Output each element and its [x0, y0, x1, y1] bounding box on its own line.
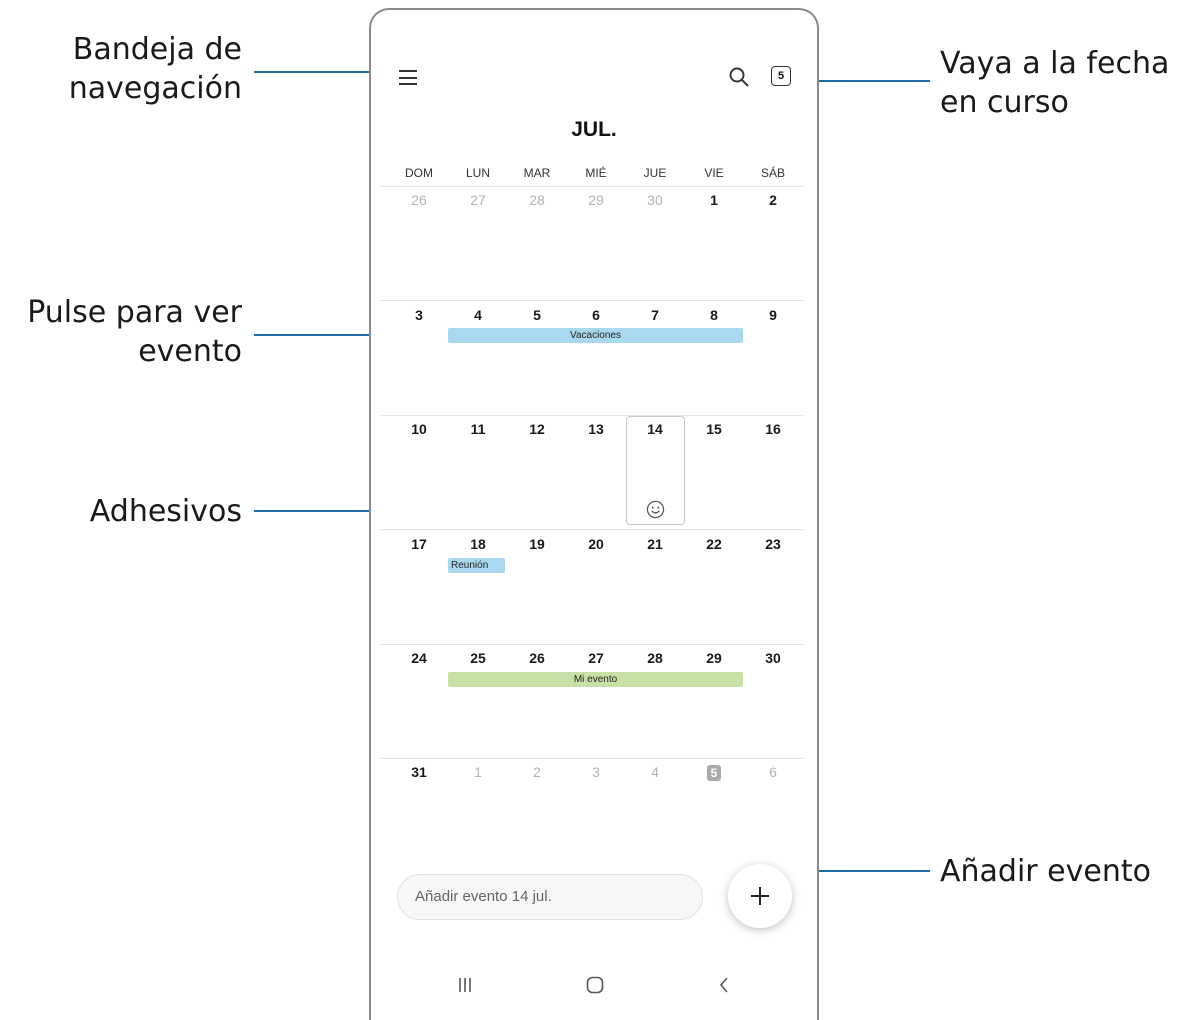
day-cell[interactable]: 27 [566, 650, 626, 666]
today-button-icon[interactable]: 5 [771, 66, 791, 86]
week-separator [381, 758, 803, 759]
day-cell[interactable]: 21 [625, 536, 685, 552]
weekday-mar: MAR [523, 166, 551, 180]
callout-go-today: Vaya a la fecha en curso [940, 44, 1169, 122]
day-cell[interactable]: 3 [389, 307, 449, 323]
day-cell[interactable]: 4 [625, 764, 685, 780]
day-cell[interactable]: 27 [448, 192, 508, 208]
callout-nav-drawer-line2: navegación [68, 71, 242, 106]
add-event-button[interactable] [728, 864, 792, 928]
recents-icon[interactable] [455, 975, 475, 995]
day-cell[interactable]: 28 [625, 650, 685, 666]
add-event-input[interactable]: Añadir evento 14 jul. [397, 874, 703, 920]
search-icon[interactable] [728, 66, 750, 88]
day-cell[interactable]: 6 [743, 764, 803, 780]
day-cell[interactable]: 6 [566, 307, 626, 323]
home-icon[interactable] [585, 975, 605, 995]
today-number: 5 [777, 70, 785, 82]
week-separator [381, 415, 803, 416]
day-cell[interactable]: 29 [566, 192, 626, 208]
day-cell[interactable]: 7 [625, 307, 685, 323]
day-cell[interactable]: 15 [684, 421, 744, 437]
day-cell[interactable]: 24 [389, 650, 449, 666]
callout-go-today-line1: Vaya a la fecha [940, 46, 1170, 81]
back-icon[interactable] [715, 975, 735, 995]
day-cell[interactable]: 18 [448, 536, 508, 552]
week-separator [381, 186, 803, 187]
day-cell[interactable]: 29 [684, 650, 744, 666]
day-cell[interactable]: 31 [389, 764, 449, 780]
callout-tap-event: Pulse para ver evento [0, 293, 242, 371]
callout-nav-drawer-line1: Bandeja de [72, 32, 242, 67]
weekday-jue: JUE [643, 166, 667, 180]
day-cell[interactable]: 26 [389, 192, 449, 208]
today-badge: 5 [706, 765, 722, 781]
day-cell-selected[interactable]: 14 [625, 421, 685, 437]
day-cell[interactable]: 5 [507, 307, 567, 323]
callout-stickers: Adhesivos [89, 494, 242, 529]
day-cell[interactable]: 20 [566, 536, 626, 552]
event-reunion[interactable]: Reunión [448, 558, 505, 573]
day-cell[interactable]: 9 [743, 307, 803, 323]
day-cell[interactable]: 30 [625, 192, 685, 208]
day-cell[interactable]: 1 [684, 192, 744, 208]
weekday-lun: LUN [465, 166, 490, 180]
weekday-sab: SÁB [760, 166, 785, 180]
day-cell[interactable]: 22 [684, 536, 744, 552]
week-separator [381, 300, 803, 301]
day-cell[interactable]: 4 [448, 307, 508, 323]
callout-tap-event-line1: Pulse para ver [27, 295, 242, 330]
day-cell[interactable]: 30 [743, 650, 803, 666]
weekday-vie: VIE [704, 166, 724, 180]
week-separator [381, 529, 803, 530]
day-cell[interactable]: 19 [507, 536, 567, 552]
callout-tap-event-line2: evento [138, 334, 242, 369]
day-cell[interactable]: 2 [743, 192, 803, 208]
event-reunion-label: Reunión [451, 560, 489, 571]
day-cell[interactable]: 11 [448, 421, 508, 437]
smiley-sticker-icon[interactable] [646, 500, 665, 519]
weekday-dom: DOM [405, 166, 433, 180]
day-cell[interactable]: 13 [566, 421, 626, 437]
day-cell-today[interactable]: 5 [684, 764, 744, 781]
day-cell[interactable]: 25 [448, 650, 508, 666]
event-vacaciones-label: Vacaciones [570, 330, 621, 341]
day-cell[interactable]: 8 [684, 307, 744, 323]
callout-nav-drawer: Bandeja de navegación [40, 30, 242, 108]
leader-line-add-event [800, 870, 930, 872]
day-cell[interactable]: 26 [507, 650, 567, 666]
weekday-mie: MIÉ [585, 166, 607, 180]
month-title: JUL. [571, 118, 617, 141]
day-cell[interactable]: 1 [448, 764, 508, 780]
day-cell[interactable]: 28 [507, 192, 567, 208]
callout-go-today-line2: en curso [940, 85, 1069, 120]
day-cell[interactable]: 16 [743, 421, 803, 437]
day-cell[interactable]: 12 [507, 421, 567, 437]
day-cell[interactable]: 17 [389, 536, 449, 552]
day-cell[interactable]: 23 [743, 536, 803, 552]
event-mi-evento-label: Mi evento [573, 674, 618, 685]
callout-add-event: Añadir evento [940, 854, 1151, 889]
day-cell[interactable]: 3 [566, 764, 626, 780]
event-vacaciones[interactable]: Vacaciones [448, 328, 743, 343]
hamburger-menu-icon[interactable] [399, 70, 417, 85]
event-mi-evento[interactable]: Mi evento [448, 672, 743, 687]
phone-screen: 5 JUL. DOM LUN MAR MIÉ JUE VIE SÁB 26 27… [369, 8, 819, 1020]
week-separator [381, 644, 803, 645]
day-cell[interactable]: 2 [507, 764, 567, 780]
day-cell[interactable]: 10 [389, 421, 449, 437]
